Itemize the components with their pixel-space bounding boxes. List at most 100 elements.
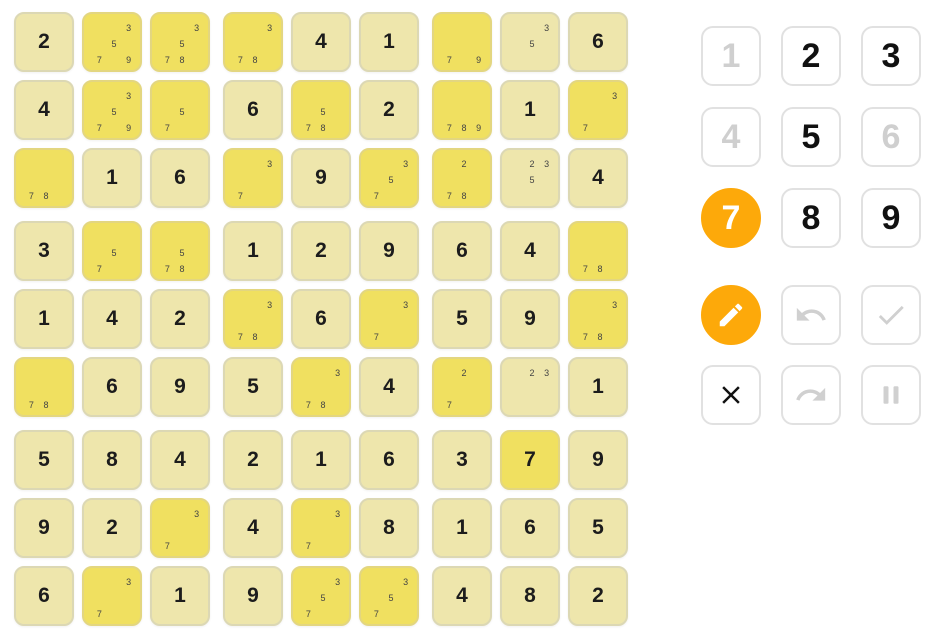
cell-r8-c4[interactable]: 4 xyxy=(223,498,283,558)
cell-r6-c7[interactable]: 27 xyxy=(432,357,492,417)
cell-r3-c5[interactable]: 9 xyxy=(291,148,351,208)
digit-button-2[interactable]: 2 xyxy=(781,26,841,86)
redo-button[interactable] xyxy=(781,365,841,425)
cell-r1-c4[interactable]: 3 78 xyxy=(223,12,283,72)
cell-r2-c1[interactable]: 4 xyxy=(14,80,74,140)
digit-button-6[interactable]: 6 xyxy=(861,107,921,167)
digit-button-5[interactable]: 5 xyxy=(781,107,841,167)
cell-r6-c6[interactable]: 4 xyxy=(359,357,419,417)
cell-r9-c6[interactable]: 357 xyxy=(359,566,419,626)
cell-r7-c8[interactable]: 7 xyxy=(500,430,560,490)
cell-r4-c9[interactable]: 78 xyxy=(568,221,628,281)
note-9: 9 xyxy=(126,122,132,133)
cell-r2-c9[interactable]: 37 xyxy=(568,80,628,140)
cell-r2-c5[interactable]: 578 xyxy=(291,80,351,140)
cell-r6-c4[interactable]: 5 xyxy=(223,357,283,417)
cell-r3-c4[interactable]: 37 xyxy=(223,148,283,208)
note-7: 7 xyxy=(305,399,311,410)
cell-r5-c9[interactable]: 3 78 xyxy=(568,289,628,349)
cell-r9-c7[interactable]: 4 xyxy=(432,566,492,626)
cell-r8-c1[interactable]: 9 xyxy=(14,498,74,558)
pause-button[interactable] xyxy=(861,365,921,425)
cell-r6-c9[interactable]: 1 xyxy=(568,357,628,417)
cell-r9-c3[interactable]: 1 xyxy=(150,566,210,626)
cell-r1-c6[interactable]: 1 xyxy=(359,12,419,72)
cell-r3-c2[interactable]: 1 xyxy=(82,148,142,208)
cell-r1-c1[interactable]: 2 xyxy=(14,12,74,72)
cell-r5-c3[interactable]: 2 xyxy=(150,289,210,349)
cell-r2-c8[interactable]: 1 xyxy=(500,80,560,140)
cell-r3-c6[interactable]: 357 xyxy=(359,148,419,208)
cell-r8-c6[interactable]: 8 xyxy=(359,498,419,558)
close-button[interactable] xyxy=(701,365,761,425)
pencil-button[interactable] xyxy=(701,285,761,345)
cell-r9-c5[interactable]: 357 xyxy=(291,566,351,626)
cell-r4-c4[interactable]: 1 xyxy=(223,221,283,281)
cell-r2-c4[interactable]: 6 xyxy=(223,80,283,140)
cell-r9-c4[interactable]: 9 xyxy=(223,566,283,626)
cell-r5-c4[interactable]: 3 78 xyxy=(223,289,283,349)
cell-r5-c1[interactable]: 1 xyxy=(14,289,74,349)
cell-r1-c9[interactable]: 6 xyxy=(568,12,628,72)
cell-r7-c7[interactable]: 3 xyxy=(432,430,492,490)
digit-button-7[interactable]: 7 xyxy=(701,188,761,248)
cell-r8-c7[interactable]: 1 xyxy=(432,498,492,558)
cell-r3-c8[interactable]: 235 xyxy=(500,148,560,208)
cell-r8-c3[interactable]: 37 xyxy=(150,498,210,558)
cell-r9-c2[interactable]: 37 xyxy=(82,566,142,626)
cell-r4-c5[interactable]: 2 xyxy=(291,221,351,281)
cell-r4-c1[interactable]: 3 xyxy=(14,221,74,281)
cell-r7-c2[interactable]: 8 xyxy=(82,430,142,490)
cell-r2-c3[interactable]: 57 xyxy=(150,80,210,140)
cell-r4-c8[interactable]: 4 xyxy=(500,221,560,281)
cell-r9-c9[interactable]: 2 xyxy=(568,566,628,626)
cell-r8-c5[interactable]: 37 xyxy=(291,498,351,558)
cell-r6-c2[interactable]: 6 xyxy=(82,357,142,417)
note-2: 2 xyxy=(461,367,467,378)
cell-r7-c9[interactable]: 9 xyxy=(568,430,628,490)
check-button[interactable] xyxy=(861,285,921,345)
digit-button-3[interactable]: 3 xyxy=(861,26,921,86)
cell-r2-c6[interactable]: 2 xyxy=(359,80,419,140)
cell-r3-c3[interactable]: 6 xyxy=(150,148,210,208)
cell-r7-c6[interactable]: 6 xyxy=(359,430,419,490)
cell-r1-c3[interactable]: 3578 xyxy=(150,12,210,72)
cell-r5-c7[interactable]: 5 xyxy=(432,289,492,349)
digit-button-9[interactable]: 9 xyxy=(861,188,921,248)
cell-r3-c1[interactable]: 78 xyxy=(14,148,74,208)
cell-r5-c2[interactable]: 4 xyxy=(82,289,142,349)
cell-r6-c3[interactable]: 9 xyxy=(150,357,210,417)
cell-r4-c6[interactable]: 9 xyxy=(359,221,419,281)
cell-r4-c3[interactable]: 578 xyxy=(150,221,210,281)
cell-r6-c5[interactable]: 3 78 xyxy=(291,357,351,417)
cell-r9-c8[interactable]: 8 xyxy=(500,566,560,626)
cell-r7-c3[interactable]: 4 xyxy=(150,430,210,490)
cell-r6-c1[interactable]: 78 xyxy=(14,357,74,417)
cell-r1-c2[interactable]: 357 9 xyxy=(82,12,142,72)
cell-r8-c9[interactable]: 5 xyxy=(568,498,628,558)
cell-r1-c8[interactable]: 35 xyxy=(500,12,560,72)
cell-r6-c8[interactable]: 23 xyxy=(500,357,560,417)
cell-r7-c5[interactable]: 1 xyxy=(291,430,351,490)
digit-button-4[interactable]: 4 xyxy=(701,107,761,167)
cell-r2-c7[interactable]: 789 xyxy=(432,80,492,140)
cell-r3-c7[interactable]: 2 78 xyxy=(432,148,492,208)
cell-r4-c2[interactable]: 57 xyxy=(82,221,142,281)
cell-r2-c2[interactable]: 357 9 xyxy=(82,80,142,140)
cell-r7-c1[interactable]: 5 xyxy=(14,430,74,490)
undo-button[interactable] xyxy=(781,285,841,345)
digit-button-1[interactable]: 1 xyxy=(701,26,761,86)
cell-r9-c1[interactable]: 6 xyxy=(14,566,74,626)
cell-r5-c6[interactable]: 37 xyxy=(359,289,419,349)
cell-r8-c8[interactable]: 6 xyxy=(500,498,560,558)
cell-r5-c8[interactable]: 9 xyxy=(500,289,560,349)
cell-r4-c7[interactable]: 6 xyxy=(432,221,492,281)
cell-r7-c4[interactable]: 2 xyxy=(223,430,283,490)
cell-notes: 357 xyxy=(369,574,413,622)
digit-button-8[interactable]: 8 xyxy=(781,188,841,248)
cell-r8-c2[interactable]: 2 xyxy=(82,498,142,558)
cell-r5-c5[interactable]: 6 xyxy=(291,289,351,349)
cell-r1-c5[interactable]: 4 xyxy=(291,12,351,72)
cell-r1-c7[interactable]: 79 xyxy=(432,12,492,72)
cell-r3-c9[interactable]: 4 xyxy=(568,148,628,208)
